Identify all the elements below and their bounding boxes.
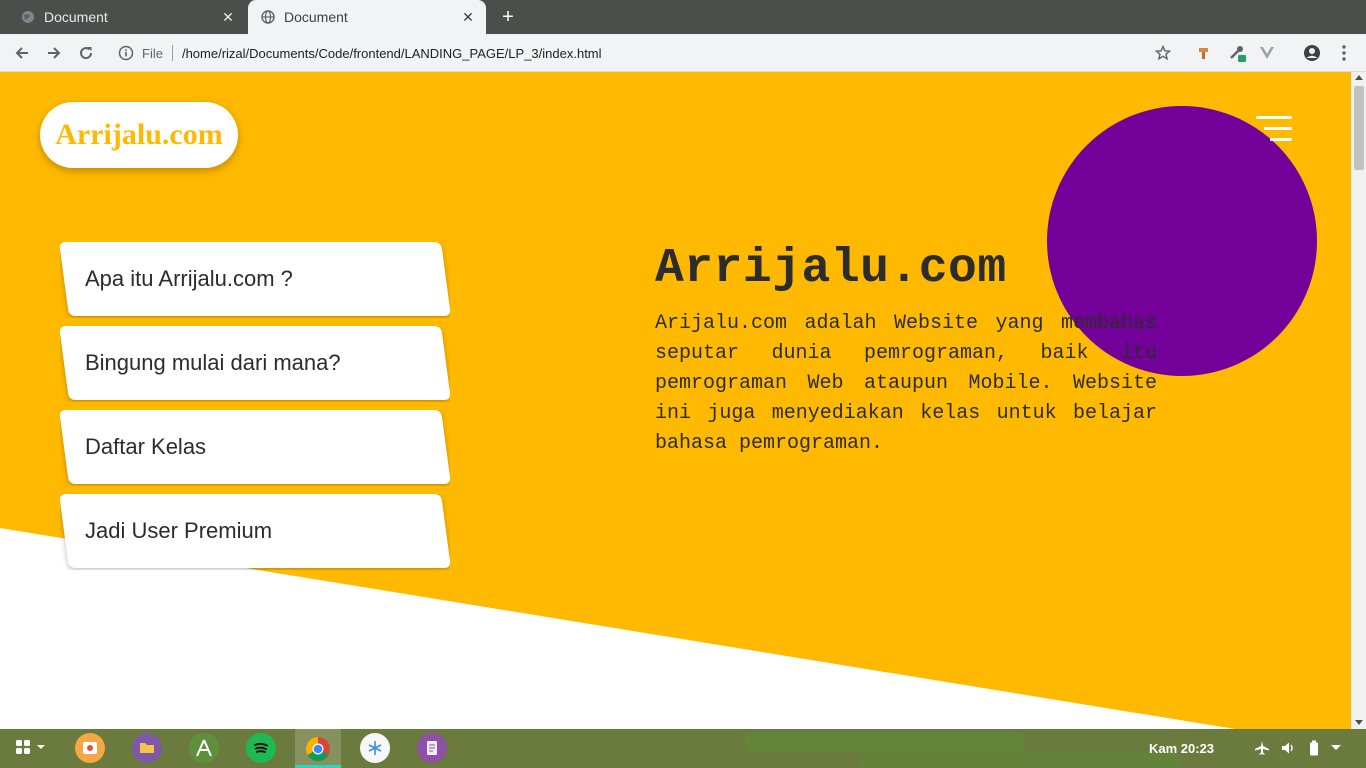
files-icon[interactable] xyxy=(132,733,162,763)
site-logo[interactable]: Arrijalu.com xyxy=(40,102,238,168)
menu-item-getting-started[interactable]: Bingung mulai dari mana? xyxy=(60,326,450,400)
browser-toolbar: File /home/rizal/Documents/Code/frontend… xyxy=(0,34,1366,72)
menu-item-label: Bingung mulai dari mana? xyxy=(85,350,341,375)
close-tab-icon[interactable]: ✕ xyxy=(460,9,476,25)
menu-item-premium[interactable]: Jadi User Premium xyxy=(60,494,450,568)
tab-title: Document xyxy=(44,9,108,25)
text-editor-icon[interactable] xyxy=(417,733,447,763)
system-menu-chevron-down-icon[interactable] xyxy=(1327,739,1345,757)
tab-document-1[interactable]: Document ✕ xyxy=(8,0,246,34)
screenshot-icon[interactable] xyxy=(75,733,105,763)
tab-document-2[interactable]: Document ✕ xyxy=(248,0,486,34)
menu-item-class-list[interactable]: Daftar Kelas xyxy=(60,410,450,484)
extension-eyedropper-icon[interactable] xyxy=(1226,42,1248,64)
spotify-icon[interactable] xyxy=(246,733,276,763)
profile-avatar-icon[interactable] xyxy=(1301,42,1323,64)
extension-hammer-icon[interactable] xyxy=(1193,42,1215,64)
menu-item-label: Daftar Kelas xyxy=(85,434,207,459)
hero-title: Arrijalu.com xyxy=(655,242,1007,296)
vscode-icon[interactable] xyxy=(360,733,390,763)
menu-item-label: Jadi User Premium xyxy=(85,518,273,543)
menu-kebab-icon[interactable] xyxy=(1333,42,1355,64)
bookmark-star-icon[interactable] xyxy=(1152,42,1174,64)
tab-title: Document xyxy=(284,9,348,25)
forward-button[interactable] xyxy=(43,42,65,64)
scrollbar-thumb[interactable] xyxy=(1354,86,1364,170)
url-text[interactable]: /home/rizal/Documents/Code/frontend/LAND… xyxy=(182,46,602,61)
page-viewport: Arrijalu.com Apa itu Arrijalu.com ? Bing… xyxy=(0,72,1351,729)
menu-item-about[interactable]: Apa itu Arrijalu.com ? xyxy=(60,242,450,316)
battery-icon[interactable] xyxy=(1305,739,1323,757)
browser-tabstrip: Document ✕ Document ✕ + xyxy=(0,0,1366,34)
globe-icon xyxy=(260,9,276,25)
close-tab-icon[interactable]: ✕ xyxy=(220,9,236,25)
scheme-label: File xyxy=(142,45,163,61)
new-tab-button[interactable]: + xyxy=(498,7,518,27)
android-studio-icon[interactable] xyxy=(189,733,219,763)
app-grid-icon[interactable] xyxy=(10,733,50,763)
volume-icon[interactable] xyxy=(1279,739,1297,757)
scroll-down-arrow-icon[interactable] xyxy=(1355,720,1363,725)
system-clock[interactable]: Kam 20:23 xyxy=(1149,729,1214,768)
info-icon[interactable] xyxy=(118,45,134,61)
os-taskbar: Kam 20:23 xyxy=(0,729,1366,768)
page-scrollbar[interactable] xyxy=(1351,72,1366,729)
chrome-icon[interactable] xyxy=(295,729,341,768)
scroll-up-arrow-icon[interactable] xyxy=(1355,75,1363,80)
globe-icon xyxy=(20,9,36,25)
hero-description: Arijalu.com adalah Website yang membahas… xyxy=(655,312,1157,455)
hamburger-menu-icon[interactable] xyxy=(1256,116,1292,142)
omnibox-divider xyxy=(171,45,173,61)
reload-button[interactable] xyxy=(75,42,97,64)
address-bar[interactable]: File /home/rizal/Documents/Code/frontend… xyxy=(112,38,1192,68)
menu-item-label: Apa itu Arrijalu.com ? xyxy=(85,266,293,291)
airplane-mode-icon[interactable] xyxy=(1253,739,1271,757)
extension-vue-icon[interactable] xyxy=(1256,42,1278,64)
back-button[interactable] xyxy=(11,42,33,64)
